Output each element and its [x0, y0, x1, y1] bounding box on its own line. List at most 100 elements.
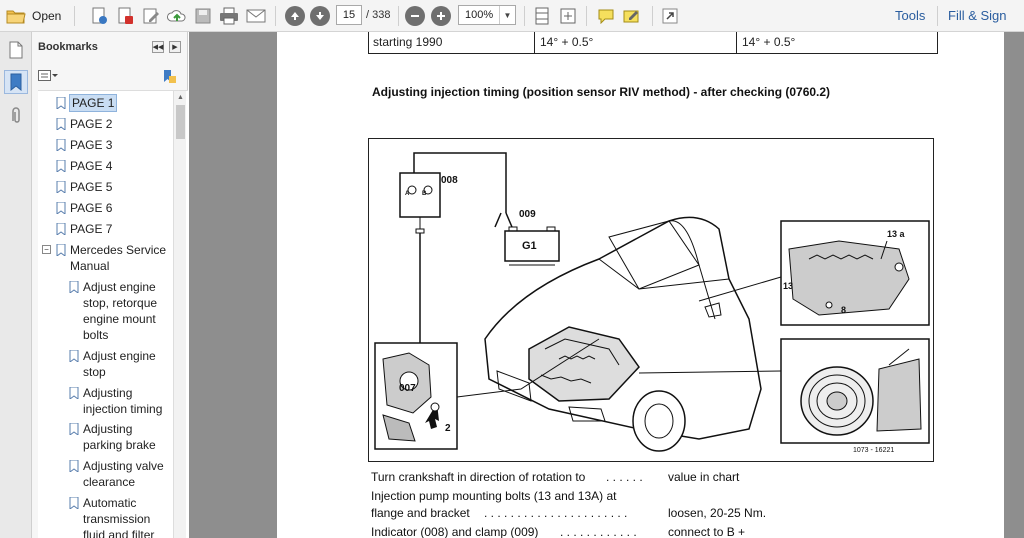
label-8: 8 — [841, 305, 847, 315]
next-page-button[interactable] — [309, 5, 331, 27]
bookmark-item[interactable]: Adjusting valve clearance — [69, 458, 169, 490]
label-008: 008 — [441, 175, 458, 186]
envelope-icon — [246, 9, 266, 23]
comment-icon — [598, 9, 614, 24]
bookmark-item[interactable]: PAGE 3 — [56, 137, 112, 153]
bookmark-icon — [56, 139, 66, 151]
highlight-button[interactable] — [621, 5, 643, 27]
bookmarks-panel-button[interactable] — [4, 70, 28, 94]
attachments-button[interactable] — [4, 104, 28, 128]
bookmark-item[interactable]: PAGE 4 — [56, 158, 112, 174]
bookmark-icon — [10, 73, 22, 91]
bookmark-item[interactable]: Adjusting parking brake — [69, 421, 169, 453]
edit-button[interactable] — [140, 5, 162, 27]
bookmark-icon — [56, 181, 66, 193]
collapse-panel-icon[interactable]: ◀◀ — [152, 41, 164, 53]
label-g1: G1 — [522, 240, 537, 252]
bookmark-icon — [69, 460, 79, 472]
bookmark-options-button[interactable] — [38, 70, 58, 85]
save-button[interactable] — [192, 5, 214, 27]
cloud-upload-icon — [167, 10, 186, 22]
minus-icon — [405, 6, 425, 26]
bookmarks-title: Bookmarks — [38, 41, 98, 53]
scrollbar-thumb[interactable] — [176, 105, 185, 139]
toolbar-separator — [524, 6, 525, 26]
pencil-icon — [143, 8, 159, 24]
instruction-text: Turn crankshaft in direction of rotation… — [371, 470, 586, 484]
bookmark-icon — [69, 497, 79, 509]
bookmark-item[interactable]: PAGE 5 — [56, 179, 112, 195]
bookmark-icon — [56, 97, 66, 109]
tools-button[interactable]: Tools — [895, 8, 925, 23]
create-pdf-icon — [92, 7, 107, 24]
bookmark-item[interactable]: Adjust engine stop — [69, 348, 169, 380]
bookmark-item[interactable]: PAGE 6 — [56, 200, 112, 216]
toolbar-separator — [586, 6, 587, 26]
bookmark-item[interactable]: PAGE 7 — [56, 221, 112, 237]
bookmark-icon — [56, 244, 66, 256]
pdf-edit-button[interactable] — [114, 5, 136, 27]
expand-toolbar-button[interactable] — [659, 5, 681, 27]
save-icon — [195, 8, 211, 24]
zoom-select[interactable]: 100% ▼ — [458, 5, 516, 25]
zoom-in-button[interactable] — [430, 5, 452, 27]
bookmark-icon — [56, 223, 66, 235]
page-count: / 338 — [366, 9, 391, 21]
bookmark-icon — [69, 281, 79, 293]
comment-button[interactable] — [595, 5, 617, 27]
print-icon — [220, 7, 238, 25]
toolbar-separator — [652, 6, 653, 26]
label-a: A — [405, 191, 410, 197]
delete-bookmark-icon[interactable] — [162, 69, 176, 83]
scroll-up-icon[interactable]: ▲ — [174, 91, 187, 103]
timing-table-row: starting 1990 14° + 0.5° 14° + 0.5° — [368, 32, 938, 54]
page-number-input[interactable]: 15 — [336, 5, 362, 25]
bookmark-item[interactable]: PAGE 2 — [56, 116, 112, 132]
bookmark-item[interactable]: PAGE 1 — [56, 94, 118, 112]
upload-button[interactable] — [166, 5, 188, 27]
engine-illustration — [374, 152, 930, 452]
bookmarks-header: Bookmarks ◀◀ ▶ — [32, 32, 187, 62]
bookmark-tree: PAGE 1 PAGE 2 PAGE 3 PAGE 4 PAGE 5 PAGE … — [38, 90, 188, 538]
navigation-rail — [0, 32, 32, 538]
bookmark-icon — [56, 160, 66, 172]
instruction-text: Injection pump mounting bolts (13 and 13… — [371, 489, 617, 503]
section-heading: Adjusting injection timing (position sen… — [372, 85, 831, 99]
figure-id: 1073 - 16221 — [853, 447, 895, 454]
fit-width-icon — [535, 7, 549, 25]
label-007: 007 — [399, 383, 416, 394]
collapse-toggle-icon[interactable]: − — [42, 245, 51, 254]
bookmarks-scrollbar[interactable]: ▲ — [173, 91, 186, 538]
zoom-out-button[interactable] — [404, 5, 426, 27]
close-panel-icon[interactable]: ▶ — [169, 41, 181, 53]
bookmark-item[interactable]: − Mercedes Service Manual — [42, 242, 168, 274]
bookmarks-panel: Bookmarks ◀◀ ▶ PAGE 1 PAGE 2 PAGE 3 PAGE… — [32, 32, 188, 538]
print-button[interactable] — [218, 5, 240, 27]
fit-page-button[interactable] — [531, 5, 553, 27]
bookmark-icon — [69, 423, 79, 435]
arrow-down-icon — [310, 6, 330, 26]
label-2: 2 — [445, 423, 451, 434]
zoom-value: 100% — [465, 9, 494, 21]
bookmark-item[interactable]: Adjusting injection timing — [69, 385, 169, 417]
pdf-document-icon — [118, 7, 133, 24]
paperclip-icon — [12, 107, 20, 123]
toolbar-separator — [937, 6, 938, 26]
label-13: 13 — [783, 281, 794, 291]
chevron-down-icon[interactable]: ▼ — [499, 6, 515, 24]
previous-page-button[interactable] — [284, 5, 306, 27]
page-thumbnails-button[interactable] — [4, 38, 28, 62]
bookmark-icon — [69, 350, 79, 362]
full-screen-button[interactable] — [557, 5, 579, 27]
open-button[interactable]: Open — [4, 5, 66, 27]
leader-dots: . . . . . . . . . . . . — [560, 525, 637, 538]
bookmark-item[interactable]: Automatic transmission fluid and filter — [69, 495, 169, 538]
fill-and-sign-button[interactable]: Fill & Sign — [948, 8, 1007, 23]
toolbar-separator — [74, 6, 75, 26]
create-pdf-button[interactable] — [88, 5, 110, 27]
leader-dots: . . . . . . — [606, 470, 643, 484]
bookmark-item[interactable]: Adjust engine stop, retorque engine moun… — [69, 279, 169, 343]
table-cell: starting 1990 — [373, 35, 443, 49]
page-thumbnails-icon — [9, 41, 23, 59]
email-button[interactable] — [245, 5, 267, 27]
